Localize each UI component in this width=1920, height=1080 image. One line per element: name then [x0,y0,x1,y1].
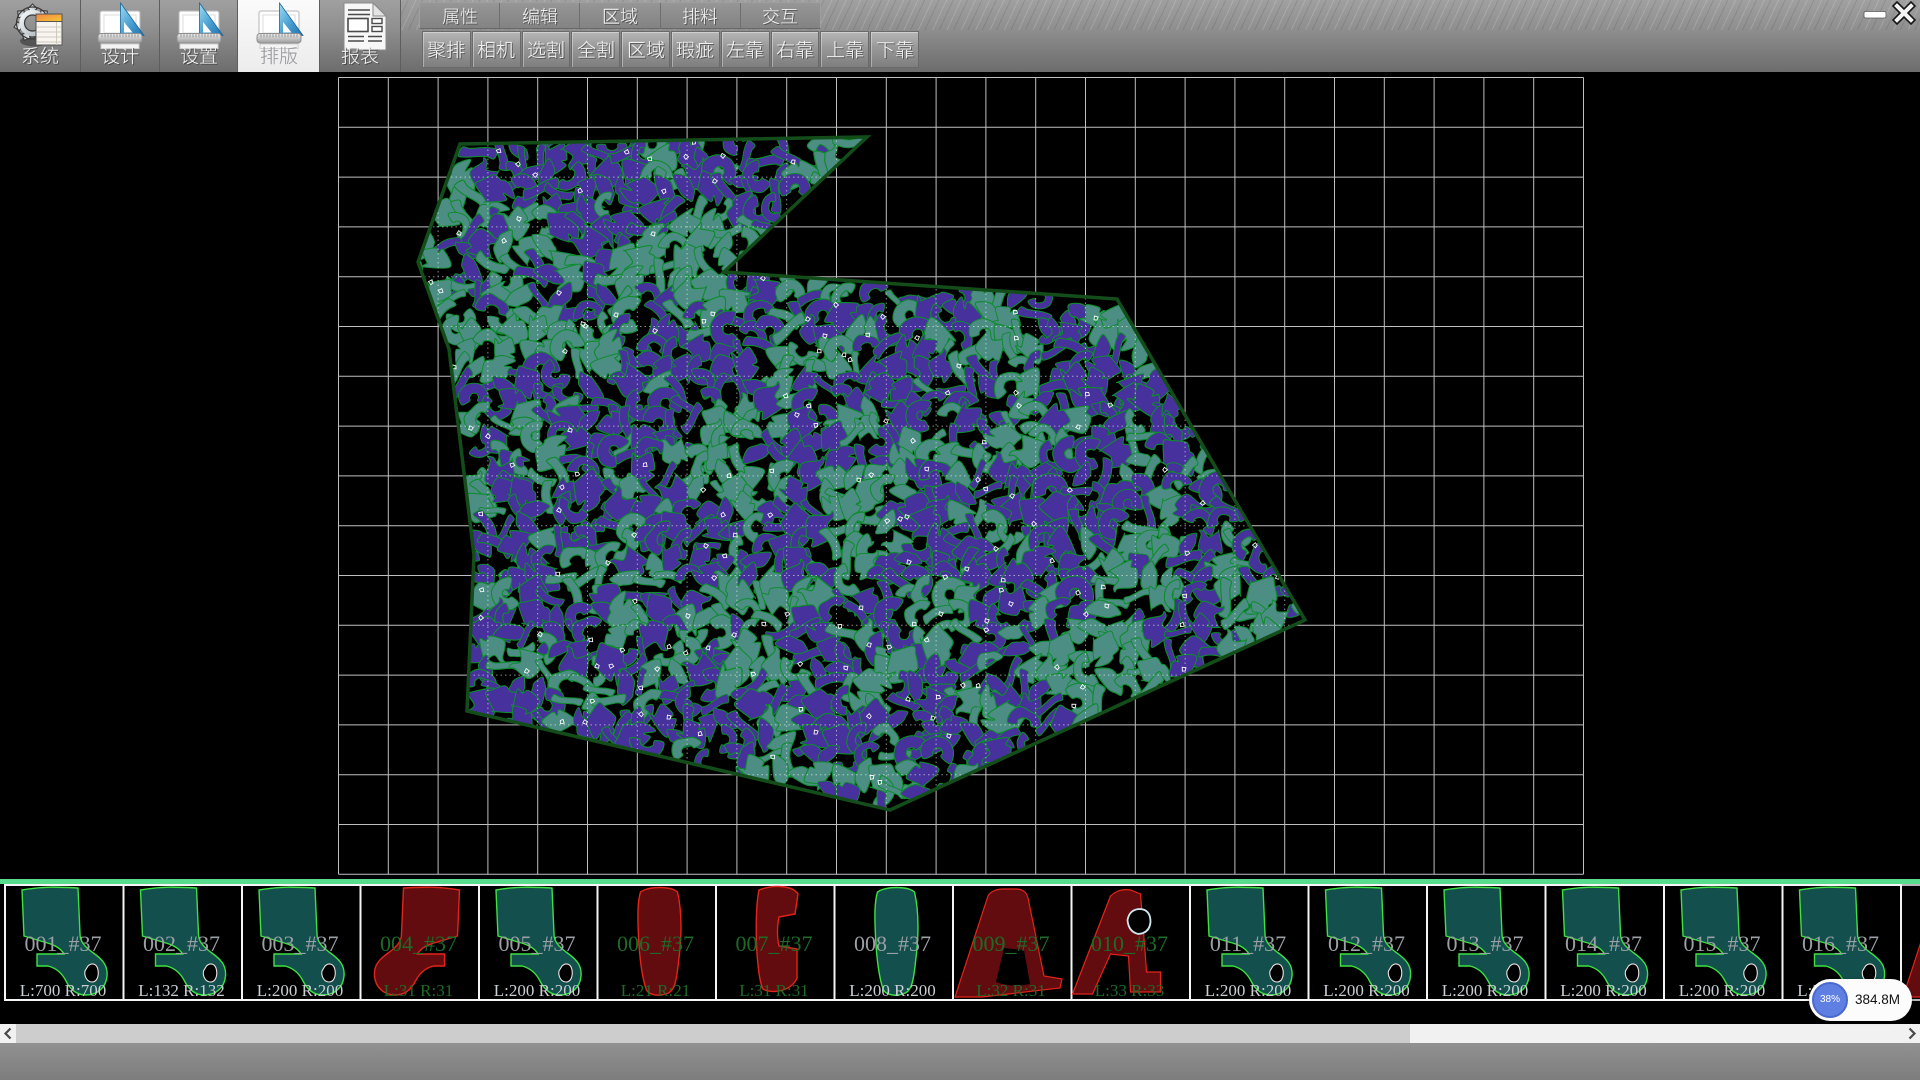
svg-text:002_#37: 002_#37 [143,931,220,956]
svg-text:L:200 R:200: L:200 R:200 [1205,981,1291,1000]
svg-text:L:200 R:200: L:200 R:200 [1442,981,1528,1000]
svg-text:010_#37: 010_#37 [1091,931,1168,956]
svg-text:004_#37: 004_#37 [380,931,457,956]
svg-text:013_#37: 013_#37 [1447,931,1524,956]
svg-text:L:33 R:33: L:33 R:33 [1095,981,1164,1000]
svg-text:L:700 R:700: L:700 R:700 [20,981,106,1000]
svg-text:L:31 R:31: L:31 R:31 [384,981,453,1000]
svg-text:L:200 R:200: L:200 R:200 [1323,981,1409,1000]
svg-text:001_#37: 001_#37 [25,931,102,956]
svg-text:L:32 R:31: L:32 R:31 [976,981,1045,1000]
svg-text:007_#37: 007_#37 [736,931,813,956]
svg-text:015_#37: 015_#37 [1684,931,1761,956]
svg-text:014_#37: 014_#37 [1565,931,1642,956]
svg-text:L:200 R:200: L:200 R:200 [257,981,343,1000]
svg-text:L:200 R:200: L:200 R:200 [1560,981,1646,1000]
svg-text:L:200 R:200: L:200 R:200 [494,981,580,1000]
svg-text:012_#37: 012_#37 [1328,931,1405,956]
svg-text:L:31 R:31: L:31 R:31 [739,981,808,1000]
svg-text:L:132 R:132: L:132 R:132 [138,981,224,1000]
svg-text:008_#37: 008_#37 [854,931,931,956]
svg-text:006_#37: 006_#37 [617,931,694,956]
svg-text:L:200 R:200: L:200 R:200 [1679,981,1765,1000]
svg-text:011_#37: 011_#37 [1210,931,1286,956]
svg-text:L:200 R:200: L:200 R:200 [849,981,935,1000]
svg-text:016_#37: 016_#37 [1802,931,1879,956]
svg-text:003_#37: 003_#37 [262,931,339,956]
svg-text:L:21 R:21: L:21 R:21 [621,981,690,1000]
svg-text:009_#37: 009_#37 [973,931,1050,956]
svg-text:005_#37: 005_#37 [499,931,576,956]
